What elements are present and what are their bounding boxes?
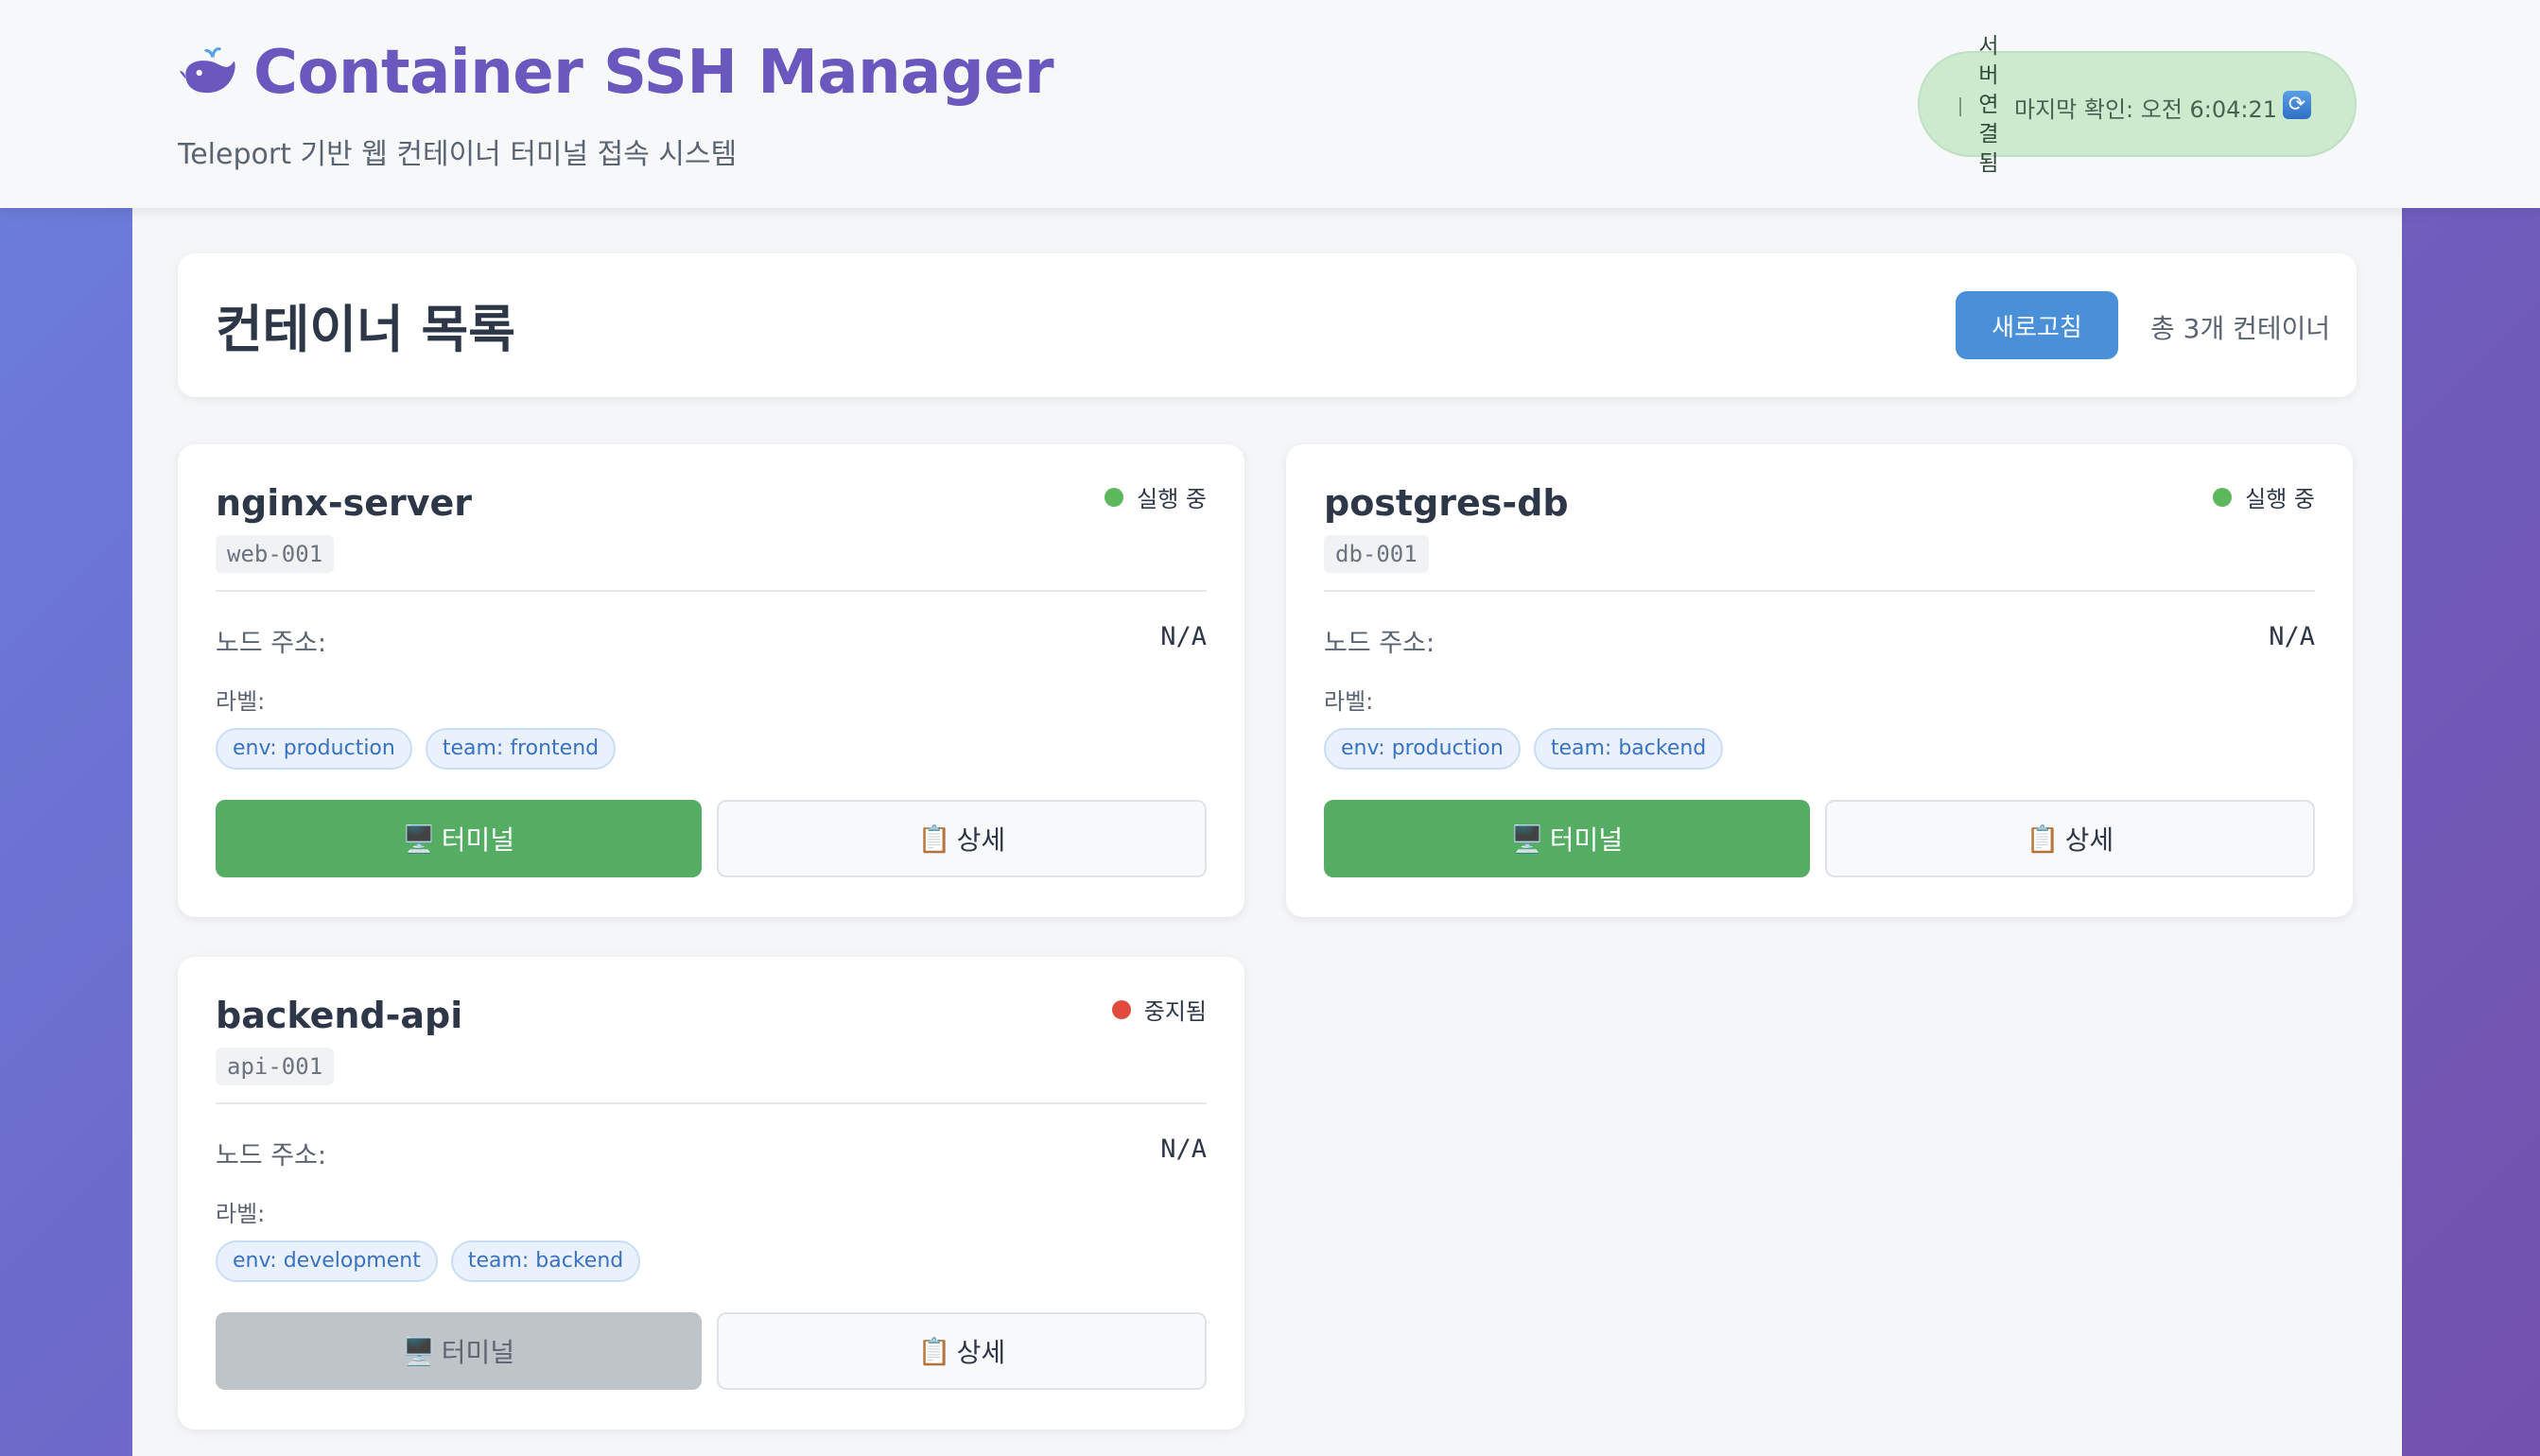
status-badge: 중지됨 [1111, 993, 1207, 1026]
detail-button[interactable]: 📋 상세 [717, 800, 1207, 877]
divider [216, 590, 1207, 592]
label-tags: env: development team: backend [216, 1240, 653, 1282]
divider [1324, 590, 2315, 592]
container-card: nginx-server web-001 실행 중 노드 주소: N/A 라벨:… [178, 444, 1244, 917]
clipboard-icon: 📋 [917, 1335, 951, 1367]
label-tag: env: production [1324, 728, 1521, 770]
app-subtitle: Teleport 기반 웹 컨테이너 터미널 접속 시스템 [178, 138, 738, 171]
terminal-button-label: 터미널 [441, 1337, 515, 1368]
container-card: backend-api api-001 중지됨 노드 주소: N/A 라벨: e… [178, 957, 1244, 1430]
status-text: 실행 중 [2245, 486, 2315, 512]
node-address-value: N/A [1160, 1135, 1207, 1164]
page-title: 컨테이너 목록 [216, 300, 515, 359]
detail-button-label: 상세 [956, 1337, 1006, 1368]
labels-title: 라벨: [1324, 688, 1374, 715]
status-dot-icon [2213, 487, 2233, 507]
status-text: 실행 중 [1137, 486, 1207, 512]
container-id: api-001 [216, 1048, 335, 1085]
connection-status-text: 서버연결됨 [1978, 34, 1999, 176]
detail-button-label: 상세 [2064, 824, 2114, 856]
detail-button[interactable]: 📋 상세 [717, 1312, 1207, 1390]
status-badge: 실행 중 [1105, 480, 1207, 513]
status-badge: 실행 중 [2213, 480, 2315, 513]
monitor-icon: 🖥️ [402, 823, 436, 855]
node-address-value: N/A [1160, 622, 1207, 651]
container-name: postgres-db [1324, 482, 1569, 524]
connection-status: 서버연결됨 마지막 확인: 오전 6:04:21 ⟳ [1918, 34, 2357, 176]
label-tags: env: production team: backend [1324, 728, 1736, 770]
terminal-button-label: 터미널 [1549, 824, 1624, 856]
node-address-label: 노드 주소: [1324, 629, 1435, 658]
clipboard-icon: 📋 [917, 823, 951, 855]
label-tag: team: backend [1533, 728, 1724, 770]
label-tag: team: frontend [425, 728, 617, 770]
brand: Container SSH Manager [178, 38, 1054, 108]
terminal-button-disabled[interactable]: 🖥️ 터미널 [216, 1312, 702, 1390]
labels-title: 라벨: [216, 1201, 266, 1227]
label-tag: team: backend [450, 1240, 641, 1282]
monitor-icon: 🖥️ [1510, 823, 1544, 855]
node-address-label: 노드 주소: [216, 1141, 327, 1170]
whale-icon [180, 47, 235, 94]
label-tag: env: production [216, 728, 412, 770]
last-check-time: 마지막 확인: 오전 6:04:21 [2014, 96, 2278, 123]
status-dot-icon [1105, 487, 1124, 507]
status-divider [1959, 97, 1961, 116]
label-tags: env: production team: frontend [216, 728, 629, 770]
node-address-label: 노드 주소: [216, 629, 327, 658]
detail-button[interactable]: 📋 상세 [1825, 800, 2315, 877]
clipboard-icon: 📋 [2026, 823, 2060, 855]
container-card: postgres-db db-001 실행 중 노드 주소: N/A 라벨: e… [1286, 444, 2353, 917]
detail-button-label: 상세 [956, 824, 1006, 856]
container-id: web-001 [216, 535, 335, 573]
node-address-value: N/A [2269, 622, 2315, 651]
app-header: Container SSH Manager Teleport 기반 웹 컨테이너… [0, 0, 2540, 208]
container-name: backend-api [216, 995, 463, 1036]
status-text: 중지됨 [1143, 998, 1207, 1025]
terminal-button[interactable]: 🖥️ 터미널 [1324, 800, 1810, 877]
status-dot-icon [1111, 999, 1131, 1019]
terminal-button-label: 터미널 [441, 824, 515, 856]
main-content: 컨테이너 목록 새로고침 총 3개 컨테이너 nginx-server web-… [132, 208, 2402, 1456]
app-title: Container SSH Manager [253, 38, 1054, 108]
labels-title: 라벨: [216, 688, 266, 715]
label-tag: env: development [216, 1240, 438, 1282]
container-id: db-001 [1324, 535, 1429, 573]
container-name: nginx-server [216, 482, 473, 524]
monitor-icon: 🖥️ [402, 1335, 436, 1367]
divider [216, 1102, 1207, 1104]
refresh-icon[interactable]: ⟳ [2283, 91, 2311, 119]
container-list-header: 컨테이너 목록 새로고침 총 3개 컨테이너 [178, 253, 2357, 397]
refresh-button[interactable]: 새로고침 [1956, 291, 2118, 359]
terminal-button[interactable]: 🖥️ 터미널 [216, 800, 702, 877]
container-count: 총 3개 컨테이너 [2150, 313, 2331, 344]
